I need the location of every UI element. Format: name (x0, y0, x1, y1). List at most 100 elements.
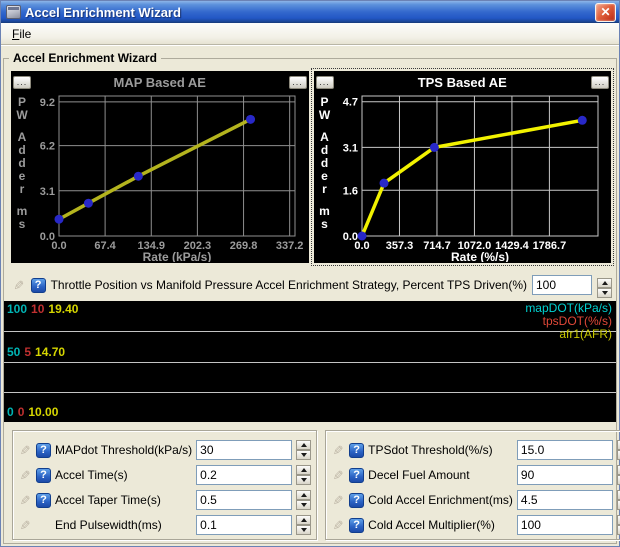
spinner[interactable] (597, 278, 612, 298)
spinner-down-button[interactable] (296, 475, 311, 485)
scale-values-row: 50 5 14.70 (7, 345, 69, 359)
setting-label: Accel Taper Time(s) (55, 493, 192, 507)
tps-ae-chart[interactable]: ...TPS Based AE...PWAdderms0.01.63.14.70… (314, 71, 612, 263)
setting-field[interactable] (517, 490, 613, 510)
up-arrow-icon (602, 281, 608, 285)
spinner-down-button[interactable] (296, 500, 311, 510)
spinner[interactable] (296, 465, 311, 485)
spinner[interactable] (296, 440, 311, 460)
svg-text:9.2: 9.2 (40, 97, 55, 109)
scale-values-row: 0010.00 (7, 405, 62, 419)
spinner-up-button[interactable] (296, 465, 311, 475)
live-graph: 1001019.4050514.700010.00mapDOT(kPa/s)tp… (4, 301, 616, 422)
setting-row: ✎?MAPdot Threshold(kPa/s) (18, 438, 311, 462)
data-point[interactable] (429, 143, 438, 152)
plot-area[interactable]: 0.03.16.29.20.067.4134.9202.3269.8337.2R… (33, 92, 305, 262)
spinner-up-button[interactable] (296, 490, 311, 500)
chart-options-button[interactable]: ... (13, 76, 31, 89)
help-icon[interactable]: ? (349, 443, 364, 458)
x-axis-label: Rate (kPa/s) (143, 250, 212, 262)
setting-row: ✎? TPSdot Threshold(%/s) (331, 438, 620, 462)
map-ae-chart[interactable]: ...MAP Based AE...PWAdderms0.03.16.29.20… (11, 71, 309, 263)
setting-field[interactable] (517, 515, 613, 535)
strategy-spinner[interactable] (597, 272, 612, 298)
grid-line (4, 331, 616, 332)
svg-text:6.2: 6.2 (40, 141, 55, 153)
strategy-field[interactable] (532, 275, 592, 295)
spinner-up-button[interactable] (597, 278, 612, 288)
tps-settings-panel: ✎? TPSdot Threshold(%/s) ✎? Decel Fuel Amou… (325, 430, 620, 540)
help-icon[interactable]: ? (36, 443, 51, 458)
strategy-row: ✎ ? Throttle Position vs Manifold Pressu… (12, 272, 612, 298)
svg-text:0.0: 0.0 (51, 240, 66, 252)
help-icon[interactable]: ? (36, 493, 51, 508)
svg-text:4.7: 4.7 (342, 97, 357, 109)
help-icon[interactable]: ? (31, 278, 46, 293)
data-point[interactable] (134, 172, 143, 181)
titlebar[interactable]: Accel Enrichment Wizard ✕ (1, 1, 619, 23)
chart-options-button[interactable]: ... (289, 76, 307, 89)
svg-text:269.8: 269.8 (230, 240, 258, 252)
spinner-down-button[interactable] (597, 288, 612, 298)
svg-text:0.0: 0.0 (354, 240, 369, 252)
chart-body: PWAdderms0.03.16.29.20.067.4134.9202.326… (11, 92, 309, 262)
data-point[interactable] (84, 199, 93, 208)
menu-file[interactable]: File (5, 25, 38, 43)
spinner-down-button[interactable] (296, 525, 311, 535)
scale-value: 0 (7, 405, 14, 419)
setting-label: Decel Fuel Amount (368, 468, 513, 482)
chart-options-button[interactable]: ... (591, 76, 609, 89)
scale-value: 14.70 (35, 345, 65, 359)
spinner-down-button[interactable] (296, 450, 311, 460)
pencil-icon: ✎ (331, 444, 345, 457)
help-icon[interactable]: ? (349, 518, 364, 533)
setting-field[interactable] (196, 515, 292, 535)
scale-value: 0 (18, 405, 25, 419)
setting-field[interactable] (517, 440, 613, 460)
setting-row: ✎?Accel Time(s) (18, 463, 311, 487)
spinner-up-button[interactable] (296, 515, 311, 525)
data-point[interactable] (577, 116, 586, 125)
setting-field[interactable] (196, 465, 292, 485)
setting-label: Cold Accel Enrichment(ms) (368, 493, 513, 507)
setting-label: TPSdot Threshold(%/s) (368, 443, 513, 457)
setting-row: ✎?Decel Fuel Amount (331, 463, 620, 487)
data-point[interactable] (55, 215, 64, 224)
setting-field[interactable] (196, 440, 292, 460)
help-icon[interactable]: ? (36, 468, 51, 483)
graph-legend: mapDOT(kPa/s)tpsDOT(%/s)afr1(AFR) (525, 302, 612, 341)
data-point[interactable] (357, 232, 366, 241)
scale-value: 10.00 (28, 405, 58, 419)
legend-entry: afr1(AFR) (525, 328, 612, 341)
chart-options-button[interactable]: ... (316, 76, 334, 89)
down-arrow-icon (602, 291, 608, 295)
svg-text:1786.7: 1786.7 (532, 240, 566, 252)
setting-label: End Pulsewidth(ms) (55, 518, 192, 532)
scale-value: 5 (24, 345, 31, 359)
setting-field[interactable] (517, 465, 613, 485)
setting-field[interactable] (196, 490, 292, 510)
scale-value: 19.40 (48, 302, 78, 316)
spinner-up-button[interactable] (296, 440, 311, 450)
pencil-icon: ✎ (331, 519, 345, 532)
data-point[interactable] (379, 179, 388, 188)
scale-value: 50 (7, 345, 20, 359)
chart-title: TPS Based AE (334, 75, 592, 90)
pencil-icon: ✎ (18, 494, 32, 507)
charts-row: ...MAP Based AE...PWAdderms0.03.16.29.20… (4, 59, 616, 263)
up-arrow-icon (301, 468, 307, 472)
spinner[interactable] (296, 515, 311, 535)
svg-text:3.1: 3.1 (342, 142, 357, 154)
down-arrow-icon (301, 478, 307, 482)
groupbox-title: Accel Enrichment Wizard (9, 51, 161, 65)
plot-area[interactable]: 0.01.63.14.70.0357.3714.71072.01429.4178… (336, 92, 608, 262)
up-arrow-icon (301, 493, 307, 497)
close-button[interactable]: ✕ (595, 3, 616, 22)
spinner[interactable] (296, 490, 311, 510)
chart-body: PWAdderms0.01.63.14.70.0357.3714.71072.0… (314, 92, 612, 262)
help-icon[interactable]: ? (349, 493, 364, 508)
help-icon[interactable]: ? (349, 468, 364, 483)
chart-header: ...TPS Based AE... (314, 71, 612, 92)
y-axis-label: PWAdderms (11, 92, 33, 262)
data-point[interactable] (246, 115, 255, 124)
